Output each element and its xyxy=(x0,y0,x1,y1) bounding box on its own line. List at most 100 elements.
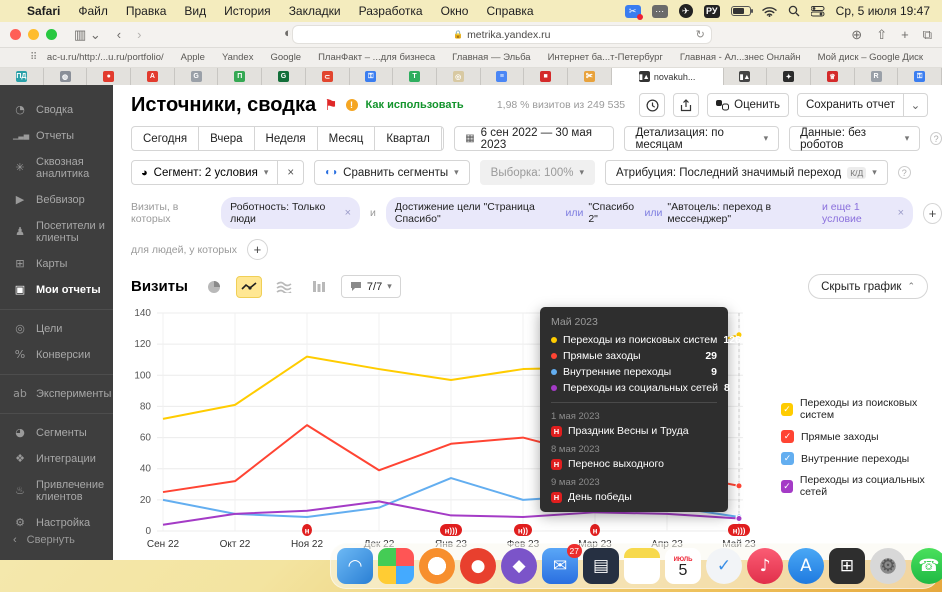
close-window-button[interactable] xyxy=(10,29,21,40)
dock-app-store-icon[interactable]: A xyxy=(788,548,824,584)
minimize-window-button[interactable] xyxy=(28,29,39,40)
date-range-button[interactable]: ▦ 6 сен 2022 — 30 мая 2023 xyxy=(454,126,614,151)
area-chart-type-icon[interactable] xyxy=(271,276,297,298)
browser-tab[interactable]: T xyxy=(393,68,437,85)
sidebar-item-привлечение-клиентов[interactable]: ♨Привлечение клиентов xyxy=(0,472,113,510)
browser-tab[interactable]: ⊂ xyxy=(306,68,350,85)
sidebar-toggle-icon[interactable]: ▥ ⌄ xyxy=(71,27,104,43)
sidebar-item-посетители-и-клиенты[interactable]: ♟Посетители и клиенты xyxy=(0,213,113,251)
robots-filter-chip[interactable]: Роботность: Только люди × xyxy=(221,197,360,229)
menu-item[interactable]: Вид xyxy=(175,4,215,18)
bar-chart-type-icon[interactable] xyxy=(306,276,332,298)
sidebar-item-цели[interactable]: ◎Цели xyxy=(0,316,113,342)
chip-close-icon[interactable]: × xyxy=(345,207,351,219)
input-language-indicator[interactable]: РУ xyxy=(704,5,720,18)
bookmark-item[interactable]: Главная — Эльба xyxy=(452,52,530,63)
legend-checkbox[interactable]: ✓ xyxy=(781,430,794,443)
bookmark-item[interactable]: Мой диск – Google Диск xyxy=(818,52,924,63)
bookmark-item[interactable]: ПланФакт – ...для бизнеса xyxy=(318,52,435,63)
browser-tab[interactable]: ⚿ xyxy=(350,68,394,85)
display-status-icon[interactable]: ⋯ xyxy=(652,5,668,18)
back-button[interactable]: ‹ xyxy=(114,27,124,42)
how-to-use-link[interactable]: Как использовать xyxy=(366,99,464,111)
browser-tab[interactable]: ⚿ xyxy=(898,68,942,85)
legend-item[interactable]: ✓Прямые заходы xyxy=(781,430,942,443)
sidebar-item-сегменты[interactable]: ◕Сегменты xyxy=(0,420,113,446)
browser-tab[interactable]: ♕ xyxy=(811,68,855,85)
tab-overview-icon[interactable]: ⧉ xyxy=(923,27,932,43)
segment-close-button[interactable]: × xyxy=(277,161,303,184)
zoom-window-button[interactable] xyxy=(46,29,57,40)
dock-things-icon[interactable]: ✓ xyxy=(706,548,742,584)
browser-tab[interactable]: G xyxy=(262,68,306,85)
sidebar-item-эксперименты[interactable]: abЭксперименты xyxy=(0,381,113,407)
menu-item[interactable]: Safari xyxy=(18,4,69,18)
compare-segments-dropdown[interactable]: ◐◑ Сравнить сегменты▾ xyxy=(314,160,470,185)
dock-music-icon[interactable]: ♪ xyxy=(747,548,783,584)
app-status-icon[interactable]: ✂ xyxy=(625,5,641,18)
period-неделя[interactable]: Неделя xyxy=(255,127,318,150)
legend-item[interactable]: ✓Переходы из поисковых систем xyxy=(781,397,942,421)
wifi-icon[interactable] xyxy=(762,6,777,17)
dock-app-red-icon[interactable]: ● xyxy=(460,548,496,584)
sidebar-item-интеграции[interactable]: ❖Интеграции xyxy=(0,446,113,472)
dock-launchpad-icon[interactable] xyxy=(378,548,414,584)
sampling-dropdown[interactable]: Выборка: 100%▾ xyxy=(480,160,595,185)
browser-tab[interactable]: А xyxy=(131,68,175,85)
privacy-shield-icon[interactable]: ◐ xyxy=(284,25,292,44)
goal-filter-chip[interactable]: Достижение цели "Страница Спасибо" или "… xyxy=(386,197,913,229)
dock-calendar-icon[interactable]: ИЮЛЬ5 xyxy=(665,548,701,584)
browser-tab[interactable]: ≡ xyxy=(481,68,525,85)
browser-tab[interactable]: ■ xyxy=(524,68,568,85)
save-report-button[interactable]: Сохранить отчет xyxy=(797,93,904,117)
rate-button[interactable]: Оценить xyxy=(707,93,789,117)
browser-tab[interactable]: ▮▲ xyxy=(724,68,768,85)
menu-item[interactable]: Файл xyxy=(69,4,117,18)
bookmark-item[interactable]: Google xyxy=(270,52,301,63)
segment-dropdown[interactable]: ◕ Сегмент: 2 условия▾ xyxy=(132,161,277,184)
period-квартал[interactable]: Квартал xyxy=(375,127,441,150)
period-год[interactable]: Год xyxy=(442,127,444,150)
sidebar-item-отчеты[interactable]: ▁▃▅Отчеты xyxy=(0,123,113,149)
legend-item[interactable]: ✓Внутренние переходы xyxy=(781,452,942,465)
period-вчера[interactable]: Вчера xyxy=(199,127,254,150)
battery-icon[interactable] xyxy=(731,6,751,16)
control-center-icon[interactable] xyxy=(811,6,825,17)
bookmark-item[interactable]: Apple xyxy=(181,52,205,63)
dock-app-dark-icon[interactable]: ▤ xyxy=(583,548,619,584)
sidebar-item-настройка[interactable]: ⚙Настройка xyxy=(0,510,113,536)
dock-mail-icon[interactable]: ✉27 xyxy=(542,548,578,584)
browser-tab[interactable]: ◍ xyxy=(44,68,88,85)
bookmark-item[interactable]: ac-u.ru/http:/...u.ru/portfolio/ xyxy=(47,52,164,63)
pie-chart-type-icon[interactable] xyxy=(201,276,227,298)
sidebar-item-карты[interactable]: ⊞Карты xyxy=(0,251,113,277)
downloads-icon[interactable]: ⊕ xyxy=(851,27,862,43)
legend-checkbox[interactable]: ✓ xyxy=(781,452,794,465)
add-people-condition-button[interactable]: + xyxy=(247,239,268,260)
forward-button[interactable]: › xyxy=(134,27,144,42)
browser-tab[interactable]: R xyxy=(855,68,899,85)
period-сегодня[interactable]: Сегодня xyxy=(132,127,199,150)
favorites-grid-icon[interactable]: ⠿ xyxy=(30,52,37,63)
hide-graph-button[interactable]: Скрыть график ⌃ xyxy=(808,274,928,299)
attribution-dropdown[interactable]: Атрибуция: Последний значимый переход К/… xyxy=(605,160,888,185)
share-icon[interactable]: ⇧ xyxy=(876,27,887,43)
browser-tab[interactable]: ПД xyxy=(0,68,44,85)
active-tab[interactable]: ▮▲novakuh... xyxy=(612,68,724,85)
dock-settings-icon[interactable]: ⚙ xyxy=(870,548,906,584)
bookmark-flag-icon[interactable]: ⚑ xyxy=(324,96,337,114)
menu-item[interactable]: Справка xyxy=(477,4,542,18)
dock-app-purple-icon[interactable]: ◆ xyxy=(501,548,537,584)
data-mode-help-icon[interactable]: ? xyxy=(930,132,942,145)
chip-close-icon[interactable]: × xyxy=(898,207,904,219)
window-controls[interactable] xyxy=(10,29,57,40)
detail-dropdown[interactable]: Детализация: по месяцам▾ xyxy=(624,126,779,151)
address-bar[interactable]: 🔒 metrika.yandex.ru ↻ xyxy=(292,25,712,44)
sidebar-collapse-button[interactable]: ‹Свернуть xyxy=(13,534,75,546)
line-chart-type-icon[interactable] xyxy=(236,276,262,298)
sidebar-item-сводка[interactable]: ◔Сводка xyxy=(0,97,113,123)
browser-tab[interactable]: G xyxy=(175,68,219,85)
menu-item[interactable]: История xyxy=(215,4,280,18)
dock-notes-icon[interactable]: ≡ xyxy=(624,548,660,584)
bookmark-item[interactable]: Главная - Ал...знес Онлайн xyxy=(680,52,801,63)
